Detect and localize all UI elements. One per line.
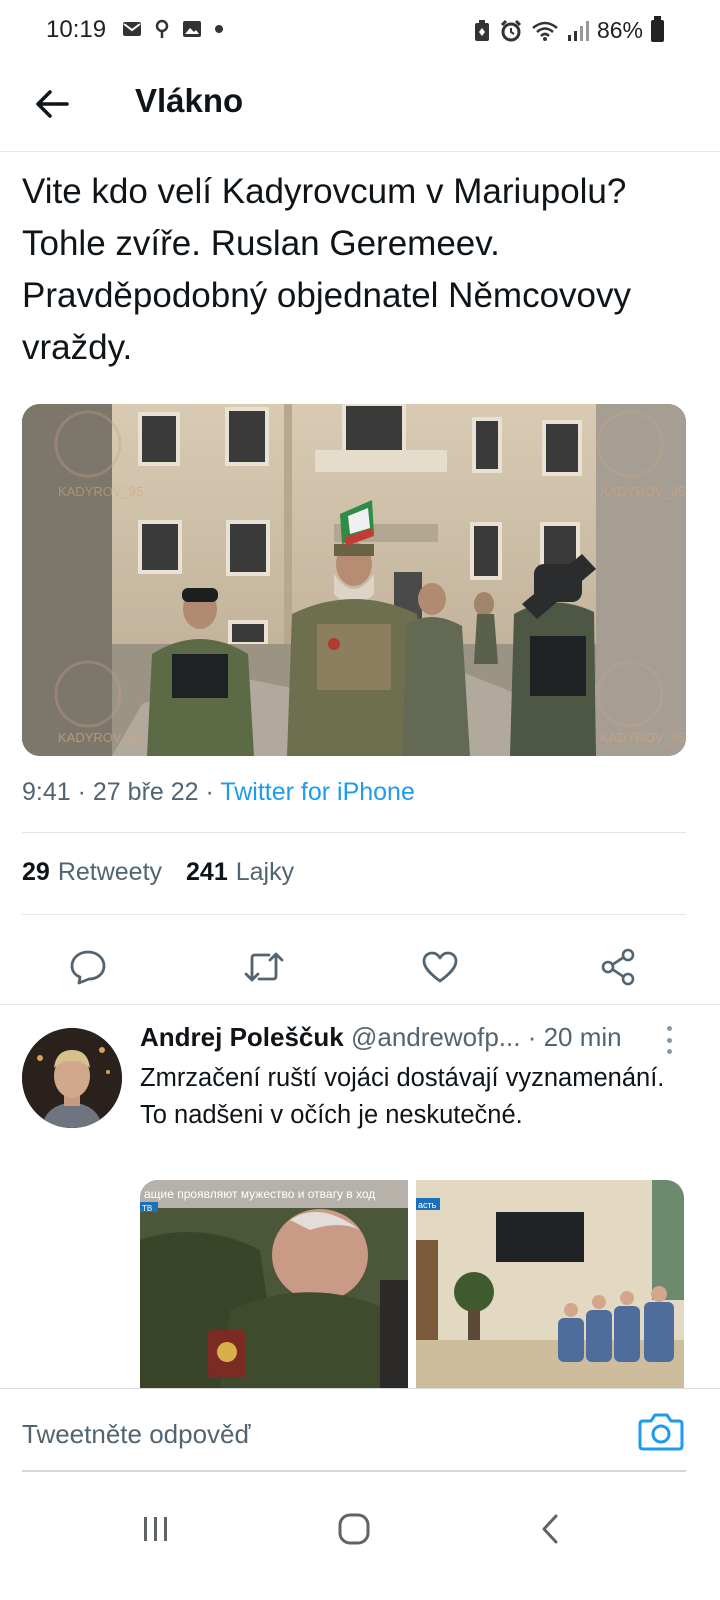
wifi-icon xyxy=(532,21,558,41)
tweet-photo: KADYROV_95 KADYROV_95 KADYROV_95 KADYROV… xyxy=(22,404,686,756)
likes-count: 241 xyxy=(186,858,228,886)
tweet-actions xyxy=(0,935,720,1003)
reply-media-tag-2: асть xyxy=(418,1200,437,1210)
tweet-source-link[interactable]: Twitter for iPhone xyxy=(220,778,415,806)
tweet-image[interactable]: KADYROV_95 KADYROV_95 KADYROV_95 KADYROV… xyxy=(22,404,686,756)
reply-media-caption: ащие проявляют мужество и отвагу в ход xyxy=(144,1187,375,1201)
watermark-top-right: KADYROV_95 xyxy=(600,484,685,499)
reply-header: Andrej Poleščuk @andrewofp... · 20 min xyxy=(140,1022,680,1053)
back-icon xyxy=(542,1514,558,1544)
avatar-photo xyxy=(22,1028,122,1128)
arrow-left-icon xyxy=(36,90,69,118)
avatar[interactable] xyxy=(22,1028,122,1128)
tweet-text: Vite kdo velí Kadyrovcum v Mariupolu? To… xyxy=(22,172,631,367)
more-dot xyxy=(666,1037,672,1043)
nav-back-button[interactable] xyxy=(520,1504,580,1554)
battery-saver-icon xyxy=(474,19,489,41)
back-button[interactable] xyxy=(30,82,74,126)
reply-image-2[interactable]: асть xyxy=(416,1180,684,1392)
more-options-button[interactable] xyxy=(662,1026,676,1054)
recents-button[interactable] xyxy=(126,1504,186,1554)
reply-author-handle[interactable]: @andrewofp... xyxy=(351,1022,520,1052)
system-icons: 86% xyxy=(473,15,664,44)
reply-time: · 20 min xyxy=(527,1022,622,1052)
share-button[interactable] xyxy=(592,941,644,993)
page-title: Vlákno xyxy=(135,82,244,119)
system-nav-bar xyxy=(0,1476,720,1600)
reply-photo-2: асть xyxy=(416,1180,684,1392)
notification-icons xyxy=(122,19,224,39)
location-icon xyxy=(155,19,169,38)
camera-button[interactable] xyxy=(638,1411,684,1451)
home-icon xyxy=(338,1513,370,1545)
like-button[interactable] xyxy=(414,941,466,993)
dot-icon xyxy=(215,25,223,33)
divider xyxy=(0,1004,720,1005)
watermark-bottom-left: KADYROV_95 xyxy=(58,730,143,745)
camera-icon xyxy=(638,1413,684,1451)
tweet-date: 27 bře 22 xyxy=(92,778,199,806)
retweets-count: 29 xyxy=(22,858,50,886)
watermark-bottom-right: KADYROV_95 xyxy=(600,730,685,745)
share-icon xyxy=(601,948,635,986)
watermark-top-left: KADYROV_95 xyxy=(58,484,143,499)
reply-button[interactable] xyxy=(62,941,114,993)
composer-underline xyxy=(22,1470,686,1472)
likes-stat[interactable]: 241 Lajky xyxy=(186,858,294,887)
like-icon xyxy=(422,951,458,983)
reply-composer: Tweetněte odpověď xyxy=(0,1388,720,1474)
home-button[interactable] xyxy=(324,1504,384,1554)
reply-text: Zmrzačení ruští vojáci dostávají vyzname… xyxy=(140,1064,665,1129)
battery-icon xyxy=(651,15,664,42)
alarm-icon xyxy=(500,19,522,41)
reply-media-tag-1: ТВ xyxy=(142,1204,152,1213)
more-dot xyxy=(666,1026,672,1031)
likes-label: Lajky xyxy=(235,858,295,886)
image-icon xyxy=(183,21,201,37)
reply-icon xyxy=(70,950,106,985)
more-dot xyxy=(666,1049,672,1054)
reply-image-1[interactable]: ащие проявляют мужество и отвагу в ход Т… xyxy=(140,1180,408,1392)
tweet-stats: 29 Retweety 241 Lajky xyxy=(22,858,318,887)
tweet-meta: 9:41 · 27 bře 22 · Twitter for iPhone xyxy=(22,778,415,807)
status-bar: 10:19 86% xyxy=(0,0,720,62)
tweet-time: 9:41 xyxy=(22,778,71,806)
retweet-button[interactable] xyxy=(238,941,290,993)
status-time: 10:19 xyxy=(46,16,107,43)
reply-input[interactable]: Tweetněte odpověď xyxy=(22,1419,250,1450)
retweets-label: Retweety xyxy=(57,858,163,886)
retweets-stat[interactable]: 29 Retweety xyxy=(22,858,162,887)
mail-icon xyxy=(123,22,141,36)
reply-author-name[interactable]: Andrej Poleščuk xyxy=(140,1022,344,1052)
meta-separator-2: · xyxy=(205,778,214,806)
recents-icon xyxy=(144,1517,167,1541)
meta-separator-1: · xyxy=(77,778,86,806)
divider xyxy=(22,914,686,915)
battery-percent: 86% xyxy=(596,17,643,43)
signal-icon xyxy=(567,20,589,41)
retweet-icon xyxy=(244,952,284,982)
app-header: Vlákno xyxy=(0,62,720,152)
reply-photo-1: ащие проявляют мужество и отвагу в ход Т… xyxy=(140,1180,408,1392)
divider xyxy=(22,832,686,833)
